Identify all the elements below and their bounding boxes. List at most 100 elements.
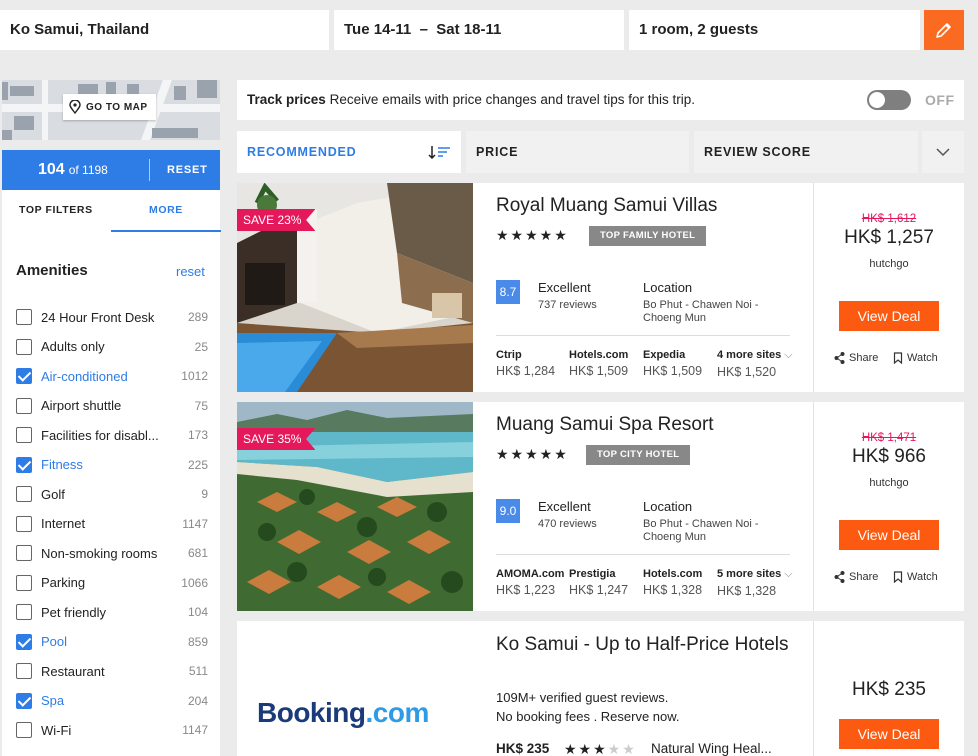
amenity-label: Wi-Fi — [41, 722, 72, 738]
sort-price-tab[interactable]: PRICE — [466, 131, 689, 173]
rating-label: Excellent — [538, 280, 591, 295]
amenity-filter[interactable]: 24 Hour Front Desk 289 — [16, 307, 208, 327]
amenity-filter[interactable]: Spa 204 — [16, 691, 208, 711]
more-sites[interactable]: 5 more sites ⌵ HK$ 1,328 — [717, 568, 793, 598]
checkbox[interactable] — [16, 397, 32, 414]
amenity-filter[interactable]: Non-smoking rooms 681 — [16, 543, 208, 563]
reset-filters-button[interactable]: RESET — [167, 150, 208, 190]
view-deal-button[interactable]: View Deal — [839, 520, 939, 550]
watch-button[interactable]: Watch — [893, 571, 938, 583]
amenity-filter[interactable]: Pet friendly 104 — [16, 602, 208, 622]
more-sites[interactable]: 4 more sites ⌵ HK$ 1,520 — [717, 349, 793, 379]
amenities-reset-link[interactable]: reset — [176, 264, 205, 279]
guests-field[interactable]: 1 room, 2 guests — [629, 10, 920, 50]
checkbox[interactable] — [16, 574, 32, 591]
amenity-label: 24 Hour Front Desk — [41, 309, 155, 325]
review-score: 8.7 — [496, 280, 520, 304]
checkbox[interactable] — [16, 545, 32, 561]
amenity-count: 104 — [187, 605, 208, 619]
checkbox[interactable] — [16, 486, 32, 502]
amenity-filter[interactable]: Airport shuttle 75 — [16, 396, 208, 416]
star-rating: ★★★★★ — [496, 227, 569, 243]
site-price[interactable]: Prestigia HK$ 1,247 — [569, 568, 628, 597]
checkbox[interactable] — [16, 368, 32, 384]
tab-more[interactable]: MORE — [149, 204, 183, 216]
review-count[interactable]: 470 reviews — [538, 518, 597, 530]
amenity-filter[interactable]: Restaurant 511 — [16, 661, 208, 681]
checkbox[interactable] — [16, 456, 32, 473]
booking-logo[interactable]: Booking.com — [257, 697, 429, 729]
checkbox[interactable] — [16, 633, 32, 650]
checkbox[interactable] — [16, 663, 32, 679]
view-deal-button[interactable]: View Deal — [839, 719, 939, 749]
amenity-label: Fitness — [41, 457, 83, 472]
result-count-bar: 104 of 1198 RESET — [2, 150, 220, 190]
checkbox[interactable] — [16, 338, 32, 355]
hotel-photo[interactable]: SAVE 35% — [237, 402, 473, 611]
checkbox[interactable] — [16, 604, 32, 620]
amenity-filter[interactable]: Parking 1066 — [16, 573, 208, 593]
amenity-filter[interactable]: Facilities for disabl... 173 — [16, 425, 208, 445]
save-badge: SAVE 35% — [237, 428, 316, 450]
amenity-count: 173 — [187, 428, 208, 442]
hotel-name[interactable]: Muang Samui Spa Resort — [496, 414, 714, 436]
review-count[interactable]: 737 reviews — [538, 299, 597, 311]
tab-indicator — [111, 230, 221, 232]
location-value: Bo Phut - Chawen Noi - Choeng Mun — [643, 299, 759, 324]
date-field[interactable]: Tue 14-11 – Sat 18-11 — [334, 10, 624, 50]
amenity-label: Spa — [41, 693, 65, 708]
go-to-map-button[interactable]: GO TO MAP — [63, 94, 156, 120]
amenity-label: Air-conditioned — [41, 368, 128, 384]
checkbox[interactable] — [16, 515, 32, 532]
watch-button[interactable]: Watch — [893, 352, 938, 364]
amenity-filter[interactable]: Internet 1147 — [16, 514, 208, 534]
old-price: HK$ 1,471 — [861, 432, 917, 444]
tab-top-filters[interactable]: TOP FILTERS — [19, 204, 93, 216]
site-price[interactable]: Hotels.com HK$ 1,509 — [569, 349, 628, 378]
sort-icon — [428, 146, 450, 159]
ad-line-1: 109M+ verified guest reviews. — [496, 690, 669, 705]
deal-price: HK$ 966 — [852, 446, 926, 467]
checkbox[interactable] — [16, 309, 32, 325]
site-price[interactable]: Expedia HK$ 1,509 — [643, 349, 702, 378]
ad-price: HK$ 235 — [852, 679, 926, 700]
site-price[interactable]: Ctrip HK$ 1,284 — [496, 349, 555, 378]
share-icon — [834, 571, 845, 583]
location-label: Location — [643, 280, 693, 295]
amenity-count: 9 — [201, 487, 208, 501]
site-price[interactable]: AMOMA.com HK$ 1,223 — [496, 568, 564, 597]
amenity-filter[interactable]: Pool 859 — [16, 632, 208, 652]
share-button[interactable]: Share — [834, 571, 878, 583]
map-preview[interactable]: GO TO MAP — [2, 80, 220, 140]
share-button[interactable]: Share — [834, 352, 878, 364]
checkbox[interactable] — [16, 427, 32, 443]
sort-more-button[interactable] — [922, 131, 964, 173]
checkbox[interactable] — [16, 692, 32, 709]
checkbox[interactable] — [16, 722, 32, 738]
site-price[interactable]: Hotels.com HK$ 1,328 — [643, 568, 702, 597]
amenity-label: Adults only — [41, 339, 105, 354]
amenity-label: Restaurant — [41, 663, 105, 679]
review-score: 9.0 — [496, 499, 520, 523]
sort-recommended-tab[interactable]: RECOMMENDED — [237, 131, 461, 173]
amenity-label: Parking — [41, 575, 86, 590]
sort-review-tab[interactable]: REVIEW SCORE — [694, 131, 918, 173]
ad-area: Natural Wing Heal... — [651, 741, 772, 756]
share-icon — [834, 352, 845, 364]
view-deal-button[interactable]: View Deal — [839, 301, 939, 331]
ad-title[interactable]: Ko Samui - Up to Half-Price Hotels — [496, 633, 796, 657]
amenity-filter[interactable]: Adults only 25 — [16, 337, 208, 357]
star-rating: ★★★★★ — [496, 446, 569, 462]
amenity-count: 1012 — [181, 369, 208, 383]
amenity-filter[interactable]: Golf 9 — [16, 484, 208, 504]
amenity-filter[interactable]: Air-conditioned 1012 — [16, 366, 208, 386]
hotel-name[interactable]: Royal Muang Samui Villas — [496, 195, 717, 217]
amenity-filter[interactable]: Fitness 225 — [16, 455, 208, 475]
bookmark-icon — [893, 571, 903, 583]
amenity-count: 1066 — [181, 575, 208, 590]
track-prices-toggle[interactable] — [867, 90, 911, 110]
destination-field[interactable]: Ko Samui, Thailand — [0, 10, 329, 50]
edit-search-button[interactable] — [924, 10, 964, 50]
hotel-photo[interactable]: SAVE 23% — [237, 183, 473, 392]
amenity-filter[interactable]: Wi-Fi 1147 — [16, 720, 208, 740]
